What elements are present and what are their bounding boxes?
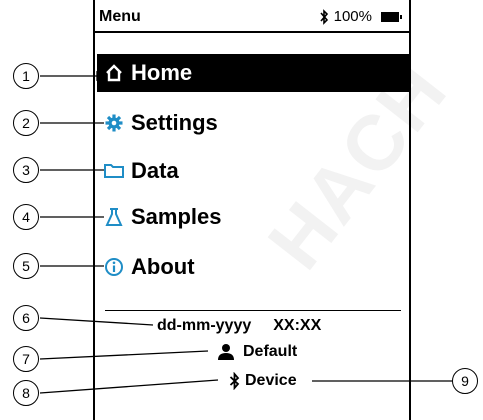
callout-2: 2 — [13, 110, 39, 136]
callout-leader-lines — [39, 70, 452, 394]
callout-5: 5 — [13, 253, 39, 279]
callout-3: 3 — [13, 157, 39, 183]
callout-8: 8 — [13, 380, 39, 406]
callout-6: 6 — [13, 305, 39, 331]
callout-9: 9 — [452, 368, 478, 394]
callout-4: 4 — [13, 204, 39, 230]
callout-7: 7 — [13, 346, 39, 372]
callout-1: 1 — [13, 63, 39, 89]
